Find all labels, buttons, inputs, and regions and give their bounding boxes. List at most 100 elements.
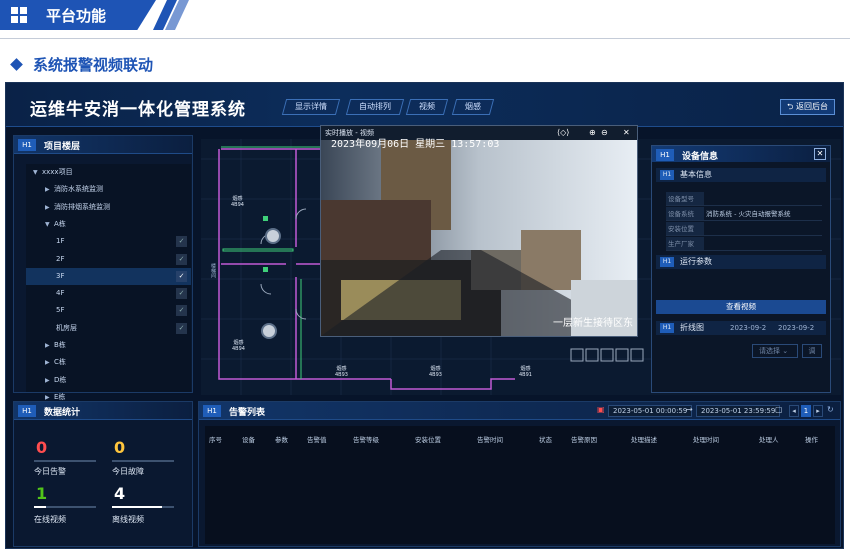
- top-banner: 平台功能: [0, 0, 850, 38]
- check-icon[interactable]: ✓: [176, 305, 187, 317]
- panel-title: 项目楼层: [44, 142, 81, 152]
- diamond-icon: [10, 58, 23, 71]
- check-icon[interactable]: ✓: [176, 253, 187, 265]
- tree-item[interactable]: ▼ xxxx项目: [26, 164, 191, 181]
- banner-divider: [0, 38, 850, 39]
- tab-auto-arrange[interactable]: 自动排列: [345, 99, 405, 115]
- alarm-date-end[interactable]: 2023-05-01 23:59:59: [696, 405, 781, 417]
- section-title: 系统报警视频联动: [33, 56, 154, 74]
- stat-bar-fill: [34, 506, 47, 508]
- stat-bar: [34, 460, 96, 462]
- close-icon[interactable]: ✕: [623, 126, 630, 140]
- device-field-row: 安装位置: [666, 222, 822, 236]
- h1-tag: H1: [18, 405, 36, 417]
- zoom-out-icon[interactable]: ⊖: [601, 126, 608, 140]
- tree-item[interactable]: ▶ D栋: [26, 372, 191, 389]
- stat-label: 今日告警: [34, 467, 66, 476]
- app-screenshot: 运维牛安消一体化管理系统 显示详情 自动排列 视频 烟感 ⮌ 返回后台 H1 项…: [5, 82, 844, 549]
- section-header: 系统报警视频联动: [10, 54, 154, 75]
- chevron-down-icon: ⌄: [782, 347, 789, 355]
- caret-right-icon[interactable]: ▶: [45, 199, 50, 216]
- page-number[interactable]: 1: [801, 405, 811, 417]
- tree-item[interactable]: 1F ✓: [26, 233, 191, 250]
- caret-down-icon[interactable]: ▼: [45, 216, 50, 233]
- smoke-sensor-label[interactable]: 烟感 4B94: [231, 195, 244, 208]
- column-header: 告警值: [307, 436, 327, 444]
- next-page-button[interactable]: ▸: [813, 405, 823, 417]
- column-header: 告警原因: [571, 436, 597, 444]
- stat-label: 在线视频: [34, 515, 66, 524]
- h1-tag: H1: [660, 257, 674, 267]
- back-icon: ⮌: [787, 102, 796, 111]
- basic-info-section[interactable]: H1 基本信息: [656, 168, 826, 182]
- caret-down-icon[interactable]: ▼: [33, 164, 38, 181]
- tree-item[interactable]: 机房层 ✓: [26, 320, 191, 337]
- check-icon[interactable]: ✓: [176, 322, 187, 334]
- tree-item-label: C栋: [54, 358, 66, 367]
- tree-item[interactable]: ▶ C栋: [26, 354, 191, 371]
- zoom-in-icon[interactable]: ⊕: [589, 126, 596, 140]
- alarm-date-start[interactable]: 2023-05-01 00:00:59: [608, 405, 693, 417]
- prev-page-button[interactable]: ◂: [789, 405, 799, 417]
- project-floor-panel: H1 项目楼层 ▼ xxxx项目 ▶ 消防水系统监测 ▶ 消防排烟系统监测 ▼ A栋 1F ✓ 2F…: [13, 135, 193, 401]
- stat-bar: [112, 460, 174, 462]
- caret-right-icon[interactable]: ▶: [45, 372, 50, 389]
- tree-item[interactable]: ▶ 消防排烟系统监测: [26, 199, 191, 216]
- query-button[interactable]: 调: [802, 344, 822, 358]
- column-header: 处理时间: [693, 436, 719, 444]
- back-to-admin-button[interactable]: ⮌ 返回后台: [780, 99, 835, 115]
- tab-video[interactable]: 视频: [405, 99, 449, 115]
- column-header: 处理人: [759, 436, 779, 444]
- tree-item-label: xxxx项目: [42, 168, 73, 176]
- tab-show-details[interactable]: 显示详情: [281, 99, 341, 115]
- caret-right-icon[interactable]: ▶: [45, 337, 50, 354]
- param-select[interactable]: 请选择 ⌄: [752, 344, 798, 358]
- tree-item-label: D栋: [54, 375, 67, 384]
- tree-item[interactable]: 3F ✓: [26, 267, 191, 285]
- caret-right-icon[interactable]: ▶: [45, 181, 50, 198]
- tree-item-label: 1F: [56, 237, 65, 246]
- panel-title: 告警列表: [229, 408, 266, 418]
- caret-right-icon[interactable]: ▶: [45, 354, 50, 371]
- tree-item[interactable]: 5F ✓: [26, 302, 191, 319]
- stat-value: 0: [36, 438, 48, 457]
- tree-item[interactable]: ▶ B栋: [26, 337, 191, 354]
- stat-label: 离线视频: [112, 515, 144, 524]
- chart-date-from[interactable]: 2023-09-2: [730, 321, 766, 335]
- section-label: 运行参数: [680, 257, 712, 266]
- chart-date-to[interactable]: 2023-09-2: [778, 321, 814, 335]
- device-field-row: 设备系统 消防系统 - 火灾自动报警系统: [666, 207, 822, 221]
- alarm-list-panel: H1 告警列表 ▣ 2023-05-01 00:00:59 → 2023-05-…: [198, 401, 841, 547]
- panel-header: H1 项目楼层: [14, 136, 192, 154]
- run-params-section[interactable]: H1 运行参数: [656, 255, 826, 269]
- smoke-sensor-label[interactable]: 烟感 4B91: [519, 365, 532, 378]
- tree-item[interactable]: ▶ 消防水系统监测: [26, 181, 191, 198]
- smoke-sensor-label[interactable]: 烟感 4B94: [232, 339, 245, 352]
- stat-bar-fill: [112, 506, 162, 508]
- close-icon[interactable]: ✕: [814, 148, 826, 160]
- video-player-window[interactable]: 实时播放 - 视频 ⟨◇⟩ ⊕ ⊖ ✕ 2023年09月06日 星期三 13:5…: [320, 125, 638, 337]
- column-header: 序号: [209, 436, 222, 444]
- check-icon[interactable]: ✓: [176, 236, 187, 248]
- video-timestamp: 2023年09月06日 星期三 13:57:03: [331, 139, 500, 150]
- smoke-sensor-label[interactable]: 烟感 4B93: [429, 365, 442, 378]
- tree-item[interactable]: 2F ✓: [26, 251, 191, 268]
- expand-icon[interactable]: ⟨◇⟩: [557, 126, 569, 140]
- tree-item[interactable]: 4F ✓: [26, 285, 191, 302]
- tree-item-label: 2F: [56, 254, 65, 263]
- line-chart-section[interactable]: H1 折线图 2023-09-2 2023-09-2: [656, 321, 826, 335]
- tab-smoke[interactable]: 烟感: [451, 99, 495, 115]
- grid-icon: [11, 7, 27, 23]
- tree-item[interactable]: ▼ A栋: [26, 216, 191, 233]
- stairwell-label: 楼梯间: [210, 263, 216, 278]
- refresh-icon[interactable]: ↻: [827, 405, 834, 414]
- video-frame: [321, 140, 637, 336]
- check-icon[interactable]: ✓: [176, 288, 187, 300]
- h1-tag: H1: [18, 139, 36, 151]
- tree-item-label: 消防排烟系统监测: [54, 202, 110, 211]
- smoke-sensor-label[interactable]: 烟感 4B93: [335, 365, 348, 378]
- check-icon[interactable]: ✓: [176, 270, 187, 282]
- panel-title: 数据统计: [44, 408, 81, 418]
- panel-header: H1 设备信息 ✕: [652, 146, 830, 162]
- view-video-button[interactable]: 查看视频: [656, 300, 826, 314]
